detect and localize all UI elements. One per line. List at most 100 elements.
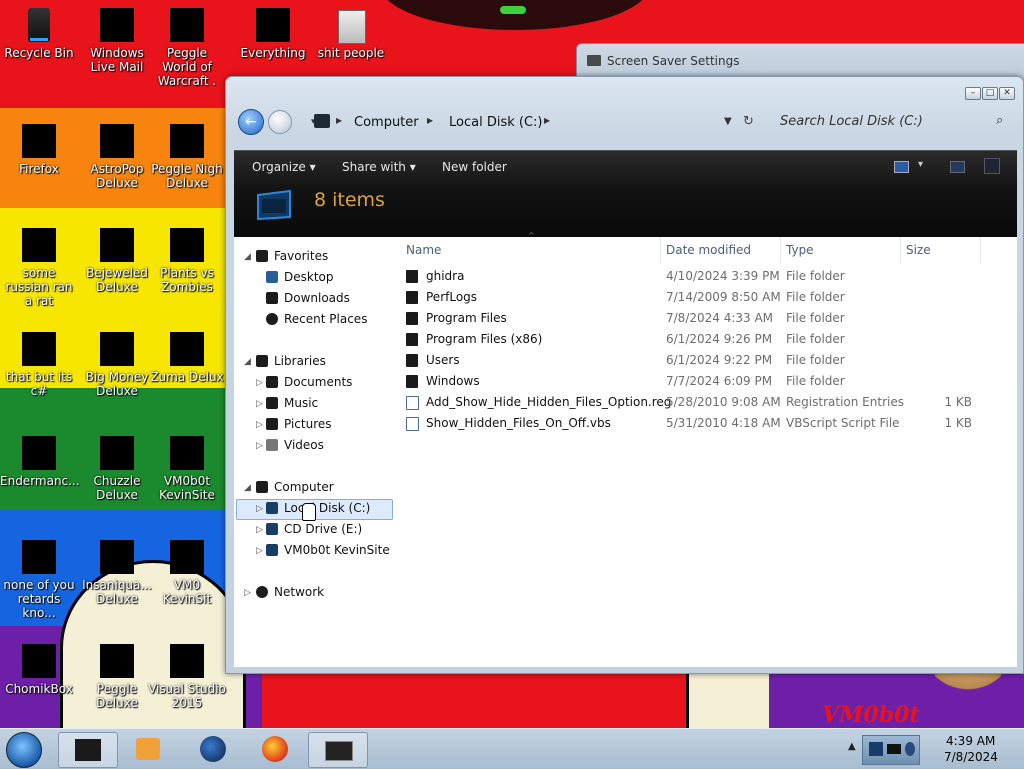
expand-arrow-icon[interactable]: ▷ [256, 441, 263, 451]
mail-icon [100, 8, 134, 42]
collapse-arrow-icon[interactable]: ◢ [244, 252, 251, 262]
navigation-pane: ◢ Favorites Desktop Downloads Recent Pla… [234, 237, 396, 667]
desktop-icon-chomikbox[interactable]: ChomikBox [0, 644, 78, 696]
astropop-icon [100, 124, 134, 158]
taskbar-globe[interactable] [184, 732, 242, 766]
expand-arrow-icon[interactable]: ▷ [256, 378, 263, 388]
help-icon[interactable] [984, 158, 1000, 174]
explorer-body: ◢ Favorites Desktop Downloads Recent Pla… [234, 231, 1017, 667]
new-folder-button[interactable]: New folder [442, 160, 507, 174]
column-separator[interactable] [660, 237, 661, 263]
breadcrumb-separator-icon[interactable]: ▸ [544, 113, 550, 127]
chomikbox-icon [22, 644, 56, 678]
clock-date[interactable]: 7/8/2024 [944, 750, 998, 764]
expand-arrow-icon[interactable]: ▷ [244, 588, 251, 598]
desktop-icon-firefox[interactable]: Firefox [0, 124, 78, 176]
forward-button[interactable] [268, 110, 292, 134]
desktop-icon-russian-rat[interactable]: some russian ran a rat [0, 228, 78, 308]
desktop-icon-chuzzle[interactable]: Chuzzle Deluxe [78, 436, 156, 502]
minimize-button[interactable]: – [965, 87, 981, 100]
show-hidden-icons[interactable]: ▲ [848, 741, 856, 752]
cd-drive-icon [266, 523, 278, 535]
desktop-icon-windows-live-mail[interactable]: Windows Live Mail [78, 8, 156, 74]
desktop-icon-label: Peggle Deluxe [96, 682, 138, 710]
desktop-icon-label: Visual Studio 2015 [148, 682, 226, 710]
monitor-icon [587, 55, 601, 66]
column-header-date[interactable]: Date modified [666, 243, 751, 257]
desktop-icon-label: Peggle Nigh Deluxe [151, 162, 223, 190]
desktop-icon-astropop[interactable]: AstroPop Deluxe [78, 124, 156, 190]
maximize-button[interactable]: □ [982, 87, 998, 100]
file-row[interactable]: Add_Show_Hide_Hidden_Files_Option.reg 5/… [404, 393, 1014, 414]
search-input[interactable]: Search Local Disk (C:) ⌕ [774, 113, 1010, 133]
back-button[interactable]: ← [238, 109, 264, 135]
desktop-icon-none-of-you[interactable]: none of you retards kno... [0, 540, 78, 620]
address-bar[interactable]: ▸ Computer ▸ Local Disk (C:) ▸ ▼ ↻ [314, 112, 754, 134]
desktop-icon-plants-vs-zombies[interactable]: Plants vs Zombies [148, 228, 226, 294]
tray-icons[interactable] [862, 735, 920, 765]
file-row[interactable]: Show_Hidden_Files_On_Off.vbs 5/31/2010 4… [404, 414, 1014, 435]
file-row[interactable]: ghidra 4/10/2024 3:39 PM File folder [404, 267, 1014, 288]
desktop-icon-that-but-csharp[interactable]: that but its c# [0, 332, 78, 398]
breadcrumb-computer[interactable]: Computer [354, 115, 419, 130]
desktop-icon-bejeweled[interactable]: Bejeweled Deluxe [78, 228, 156, 294]
bejeweled-icon [100, 228, 134, 262]
file-row[interactable]: PerfLogs 7/14/2009 8:50 AM File folder [404, 288, 1014, 309]
explorer-window[interactable]: – □ ✕ ← ▾ ▸ Computer ▸ Local Disk (C:) ▸… [225, 76, 1024, 674]
view-dropdown-icon[interactable]: ▾ [918, 159, 923, 170]
address-dropdown-icon[interactable]: ▼ [724, 116, 732, 127]
expand-arrow-icon[interactable]: ▷ [256, 525, 263, 535]
column-separator[interactable] [980, 237, 981, 263]
media-player-icon [136, 738, 160, 760]
desktop-icon-endermanc[interactable]: Endermanc... [0, 436, 80, 488]
taskbar-firefox[interactable] [246, 732, 304, 766]
expand-arrow-icon[interactable]: ▷ [256, 546, 263, 556]
refresh-icon[interactable]: ↻ [743, 114, 754, 129]
preview-pane-icon[interactable] [950, 161, 965, 173]
desktop-icon-vm0b0t-kevinsite[interactable]: VM0b0t KevinSite [148, 436, 226, 502]
collapse-arrow-icon[interactable]: ◢ [244, 483, 251, 493]
desktop-icon-insaniquarium[interactable]: Insaniqua... Deluxe [78, 540, 156, 606]
desktop-icon-big-money[interactable]: Big Money Deluxe [78, 332, 156, 398]
network-icon [256, 586, 268, 598]
change-view-icon[interactable] [894, 161, 909, 173]
column-header-size[interactable]: Size [906, 243, 931, 257]
desktop-icon-visual-studio[interactable]: Visual Studio 2015 [148, 644, 226, 710]
firefox-icon [262, 736, 288, 762]
desktop-icon-recycle-bin[interactable]: Recycle Bin [0, 8, 78, 60]
close-button[interactable]: ✕ [999, 87, 1015, 100]
desktop-icon-label: Endermanc... [0, 474, 80, 488]
organize-button[interactable]: Organize ▾ [252, 160, 316, 174]
expand-arrow-icon[interactable]: ▷ [256, 504, 263, 514]
desktop-icon-everything[interactable]: Everything [234, 8, 312, 60]
desktop-icon-peggle-wow[interactable]: Peggle World of Warcraft . [148, 8, 226, 88]
column-header-type[interactable]: Type [786, 243, 814, 257]
desktop-icon-shit-people[interactable]: shit people [312, 8, 390, 60]
file-row[interactable]: Program Files 7/8/2024 4:33 AM File fold… [404, 309, 1014, 330]
desktop-icon-vm0-kevinsite[interactable]: VM0 KevinSit [148, 540, 226, 606]
clock-time[interactable]: 4:39 AM [946, 734, 995, 748]
share-with-button[interactable]: Share with ▾ [342, 160, 416, 174]
wallpaper-signature: VM0b0t [822, 702, 920, 728]
desktop-icon-label: VM0 KevinSit [162, 578, 212, 606]
desktop-icon-peggle-deluxe[interactable]: Peggle Deluxe [78, 644, 156, 710]
column-separator[interactable] [900, 237, 901, 263]
column-header-name[interactable]: Name [406, 243, 441, 257]
desktop-icon-peggle-nights[interactable]: Peggle Nigh Deluxe [148, 124, 226, 190]
taskbar-screen-saver[interactable] [308, 732, 368, 768]
taskbar-media-player[interactable] [120, 732, 178, 766]
desktop-icon-zuma[interactable]: Zuma Delux [148, 332, 226, 384]
expand-arrow-icon[interactable]: ▷ [256, 420, 263, 430]
desktop-icon-label: ChomikBox [5, 682, 73, 696]
breadcrumb-local-disk[interactable]: Local Disk (C:) [449, 115, 542, 130]
file-row[interactable]: Users 6/1/2024 9:22 PM File folder [404, 351, 1014, 372]
file-row[interactable]: Windows 7/7/2024 6:09 PM File folder [404, 372, 1014, 393]
expand-arrow-icon[interactable]: ▷ [256, 399, 263, 409]
column-separator[interactable] [780, 237, 781, 263]
file-row[interactable]: Program Files (x86) 6/1/2024 9:26 PM Fil… [404, 330, 1014, 351]
taskbar-explorer[interactable] [58, 732, 118, 768]
recycle-bin-icon [22, 8, 56, 42]
breadcrumb-separator-icon[interactable]: ▸ [427, 113, 433, 127]
collapse-arrow-icon[interactable]: ◢ [244, 357, 251, 367]
start-button[interactable] [6, 732, 42, 768]
